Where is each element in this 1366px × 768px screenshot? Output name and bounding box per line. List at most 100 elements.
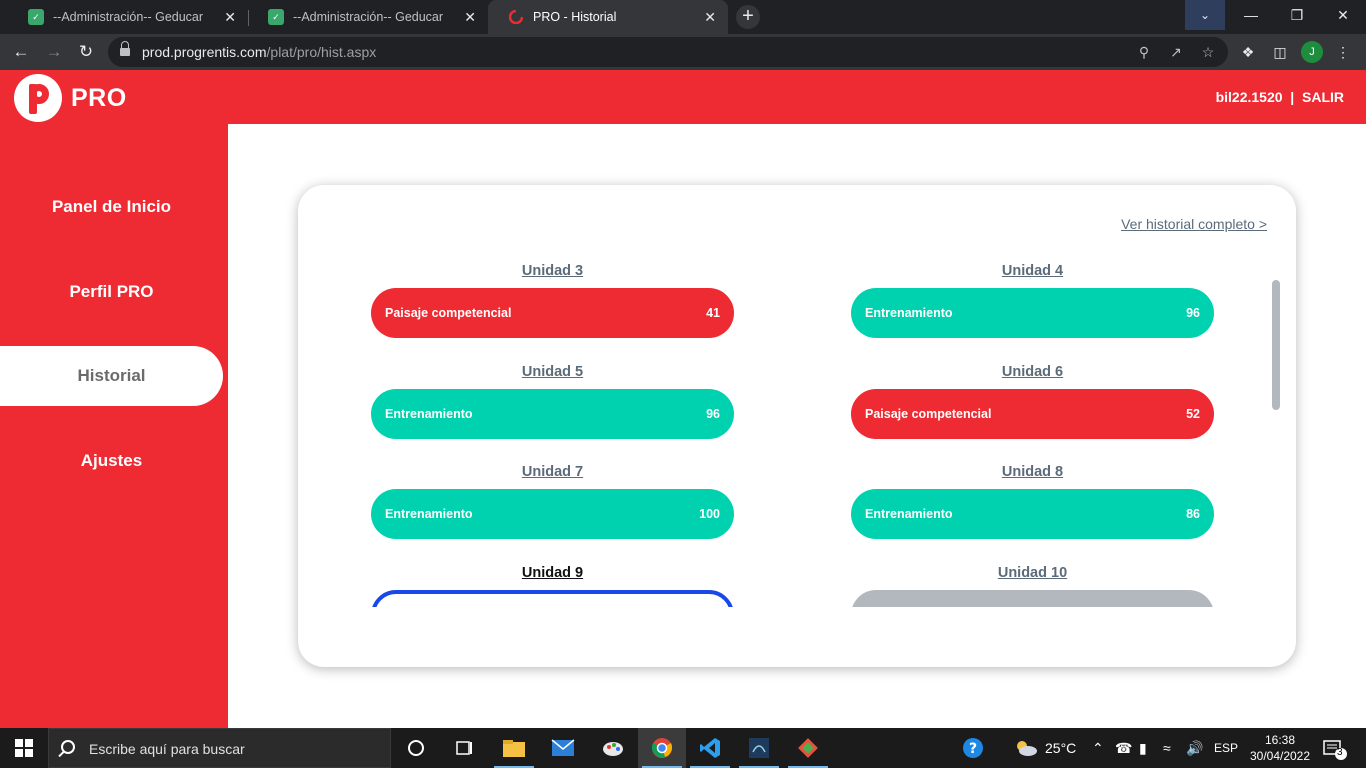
unit-result-pill[interactable] — [371, 590, 734, 607]
address-bar[interactable]: prod.progrentis.com/plat/pro/hist.aspx ⚲… — [108, 37, 1228, 67]
profile-avatar[interactable]: J — [1301, 41, 1323, 63]
browser-toolbar: ← → ↻ prod.progrentis.com/plat/pro/hist.… — [0, 34, 1366, 70]
sidebar-item-panel-inicio[interactable]: Panel de Inicio — [0, 177, 223, 237]
unit-result-pill[interactable] — [851, 590, 1214, 607]
unit-result-pill[interactable]: Paisaje competencial 52 — [851, 389, 1214, 439]
score-value: 86 — [1186, 507, 1200, 521]
battery-icon[interactable]: ▮ — [1139, 740, 1147, 757]
weather-temperature[interactable]: 25°C — [1045, 740, 1076, 756]
activity-label: Paisaje competencial — [385, 306, 512, 320]
score-value: 100 — [699, 507, 720, 521]
sidebar-item-historial[interactable]: Historial — [0, 346, 223, 406]
sidebar-item-perfil-pro[interactable]: Perfil PRO — [0, 262, 223, 322]
progrentis-favicon-icon — [508, 9, 524, 25]
unit-title[interactable]: Unidad 5 — [371, 364, 734, 380]
restore-icon[interactable]: ❐ — [1274, 0, 1320, 30]
language-indicator[interactable]: ESP — [1214, 741, 1238, 755]
wifi-icon[interactable]: ≈ — [1163, 740, 1171, 756]
file-explorer-icon[interactable] — [490, 728, 538, 768]
score-value: 96 — [706, 407, 720, 421]
geducar-favicon-icon: ✓ — [28, 9, 44, 25]
unit-result-pill[interactable]: Entrenamiento 96 — [371, 389, 734, 439]
zoom-icon[interactable]: ⚲ — [1134, 42, 1154, 62]
meet-now-icon[interactable]: ☎ — [1115, 740, 1132, 757]
task-view-icon[interactable] — [440, 728, 488, 768]
geducar-favicon-icon: ✓ — [268, 9, 284, 25]
windows-taskbar: Escribe aquí para buscar ? 25°C ⌃ ☎ ▮ ≈ — [0, 728, 1366, 768]
browser-tab-1[interactable]: ✓ --Administración-- Geducar ✕ — [8, 0, 248, 34]
url-text: prod.progrentis.com/plat/pro/hist.aspx — [142, 44, 377, 60]
mail-icon[interactable] — [539, 728, 587, 768]
full-history-link[interactable]: Ver historial completo > — [1121, 216, 1267, 232]
unit-title[interactable]: Unidad 9 — [371, 565, 734, 581]
score-value: 41 — [706, 306, 720, 320]
unit-title[interactable]: Unidad 4 — [851, 263, 1214, 279]
browser-tab-3-active[interactable]: PRO - Historial ✕ — [488, 0, 728, 34]
new-tab-button[interactable]: + — [736, 5, 760, 29]
tab-title: PRO - Historial — [533, 10, 617, 24]
pro-logo-icon[interactable] — [14, 74, 62, 122]
search-icon — [61, 740, 75, 754]
activity-label: Entrenamiento — [385, 507, 473, 521]
volume-icon[interactable]: 🔊 — [1186, 740, 1203, 757]
back-arrow-icon[interactable]: ← — [9, 40, 33, 64]
sidebar-item-ajustes[interactable]: Ajustes — [0, 431, 223, 491]
close-tab-icon[interactable]: ✕ — [464, 9, 476, 26]
share-icon[interactable]: ↗ — [1166, 42, 1186, 62]
lock-icon[interactable] — [120, 41, 130, 57]
cortana-icon[interactable] — [392, 728, 440, 768]
close-window-icon[interactable]: ✕ — [1320, 0, 1366, 30]
bookmark-star-icon[interactable]: ☆ — [1198, 42, 1218, 62]
unit-result-pill[interactable]: Entrenamiento 86 — [851, 489, 1214, 539]
user-area: bil22.1520 | SALIR — [1216, 89, 1344, 105]
clock-time: 16:38 — [1264, 733, 1296, 747]
weather-cloud-icon[interactable] — [1014, 739, 1038, 760]
site-header: PRO bil22.1520 | SALIR — [0, 70, 1366, 124]
unit-title[interactable]: Unidad 3 — [371, 263, 734, 279]
forward-arrow-icon[interactable]: → — [42, 40, 66, 64]
unit-title[interactable]: Unidad 10 — [851, 565, 1214, 581]
logo-text: PRO — [71, 84, 127, 112]
vscode-icon[interactable] — [686, 728, 734, 768]
sql-tool-icon[interactable] — [735, 728, 783, 768]
tab-title: --Administración-- Geducar — [293, 10, 444, 24]
clock[interactable]: 16:38 30/04/2022 — [1248, 732, 1312, 764]
reload-icon[interactable]: ↻ — [74, 40, 98, 64]
unit-result-pill[interactable]: Entrenamiento 100 — [371, 489, 734, 539]
help-icon[interactable]: ? — [962, 737, 984, 762]
clock-date: 30/04/2022 — [1249, 749, 1311, 763]
unit-result-pill[interactable]: Entrenamiento 96 — [851, 288, 1214, 338]
git-tool-icon[interactable] — [784, 728, 832, 768]
browser-tab-2[interactable]: ✓ --Administración-- Geducar ✕ — [248, 0, 488, 34]
unit-result-pill[interactable]: Paisaje competencial 41 — [371, 288, 734, 338]
tab-search-chevron-icon[interactable]: ⌄ — [1185, 0, 1225, 30]
unit-title[interactable]: Unidad 8 — [851, 464, 1214, 480]
chevron-up-icon[interactable]: ⌃ — [1092, 740, 1104, 757]
logout-link[interactable]: SALIR — [1302, 89, 1344, 105]
activity-label: Entrenamiento — [865, 306, 953, 320]
unit-title[interactable]: Unidad 7 — [371, 464, 734, 480]
side-panel-icon[interactable]: ◫ — [1269, 41, 1291, 63]
unit-title[interactable]: Unidad 6 — [851, 364, 1214, 380]
units-grid: Unidad 3 Paisaje competencial 41 Unidad … — [298, 253, 1296, 607]
minimize-icon[interactable]: — — [1228, 0, 1274, 30]
score-value: 52 — [1186, 407, 1200, 421]
activity-label: Paisaje competencial — [865, 407, 992, 421]
search-placeholder: Escribe aquí para buscar — [89, 741, 245, 757]
close-tab-icon[interactable]: ✕ — [224, 9, 236, 26]
chrome-icon[interactable] — [638, 728, 686, 768]
notifications-icon[interactable]: 3 — [1322, 738, 1348, 763]
extensions-puzzle-icon[interactable]: ❖ — [1237, 41, 1259, 63]
page-content: PRO bil22.1520 | SALIR Panel de Inicio P… — [0, 70, 1366, 728]
scrollbar-thumb[interactable] — [1272, 280, 1280, 410]
score-value: 96 — [1186, 306, 1200, 320]
close-tab-icon[interactable]: ✕ — [704, 9, 716, 26]
notification-count: 3 — [1337, 747, 1343, 758]
header-separator: | — [1290, 89, 1295, 105]
menu-kebab-icon[interactable]: ⋮ — [1332, 41, 1354, 63]
sidebar: Panel de Inicio Perfil PRO Historial Aju… — [0, 124, 228, 728]
paint-icon[interactable] — [589, 728, 637, 768]
browser-tabstrip: ✓ --Administración-- Geducar ✕ ✓ --Admin… — [0, 0, 1366, 34]
taskbar-search-box[interactable]: Escribe aquí para buscar — [48, 728, 391, 768]
windows-start-icon[interactable] — [15, 739, 33, 757]
